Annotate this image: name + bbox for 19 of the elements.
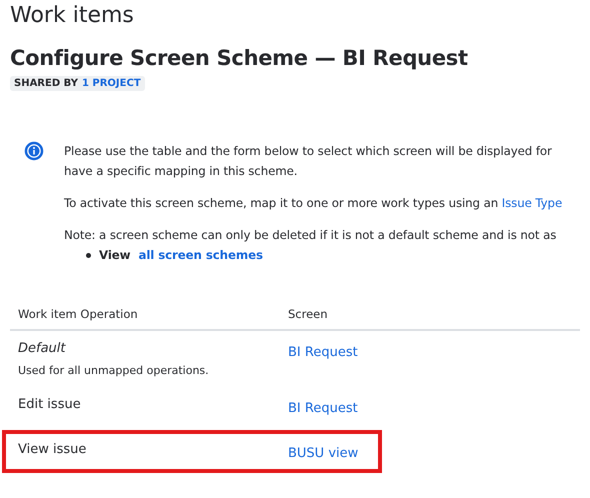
page-heading: Configure Screen Scheme — BI Request xyxy=(10,45,468,71)
info-text: have a specific mapping in this scheme. xyxy=(64,163,298,180)
view-text: View xyxy=(99,247,130,264)
all-screen-schemes-link[interactable]: all screen schemes xyxy=(138,245,263,265)
screen-link[interactable]: BUSU view xyxy=(288,446,358,461)
operation-cell: View issue xyxy=(18,442,86,457)
column-header: Work item Operation xyxy=(18,307,139,321)
info-text: Please use the table and the form below to select which screen will be displayed for xyxy=(64,143,553,160)
operation-cell: Default xyxy=(18,341,66,356)
info-text: To activate this screen scheme, map it to one or more work types using an xyxy=(64,196,498,210)
screen-link[interactable]: BI Request xyxy=(288,345,358,360)
issue-type-link[interactable]: Issue Type xyxy=(502,196,562,210)
note-text: Note: a screen scheme can only be deleted if it is not a default scheme and is not as xyxy=(64,227,558,244)
operation-description: Used for all unmapped operations. xyxy=(18,364,209,377)
page-title: Work items xyxy=(10,3,134,29)
column-header: Screen xyxy=(288,307,329,321)
operation-cell: Edit issue xyxy=(18,397,81,412)
screen-link[interactable]: BI Request xyxy=(288,401,358,416)
shared-badge: SHARED BY 1 PROJECT xyxy=(10,76,145,91)
